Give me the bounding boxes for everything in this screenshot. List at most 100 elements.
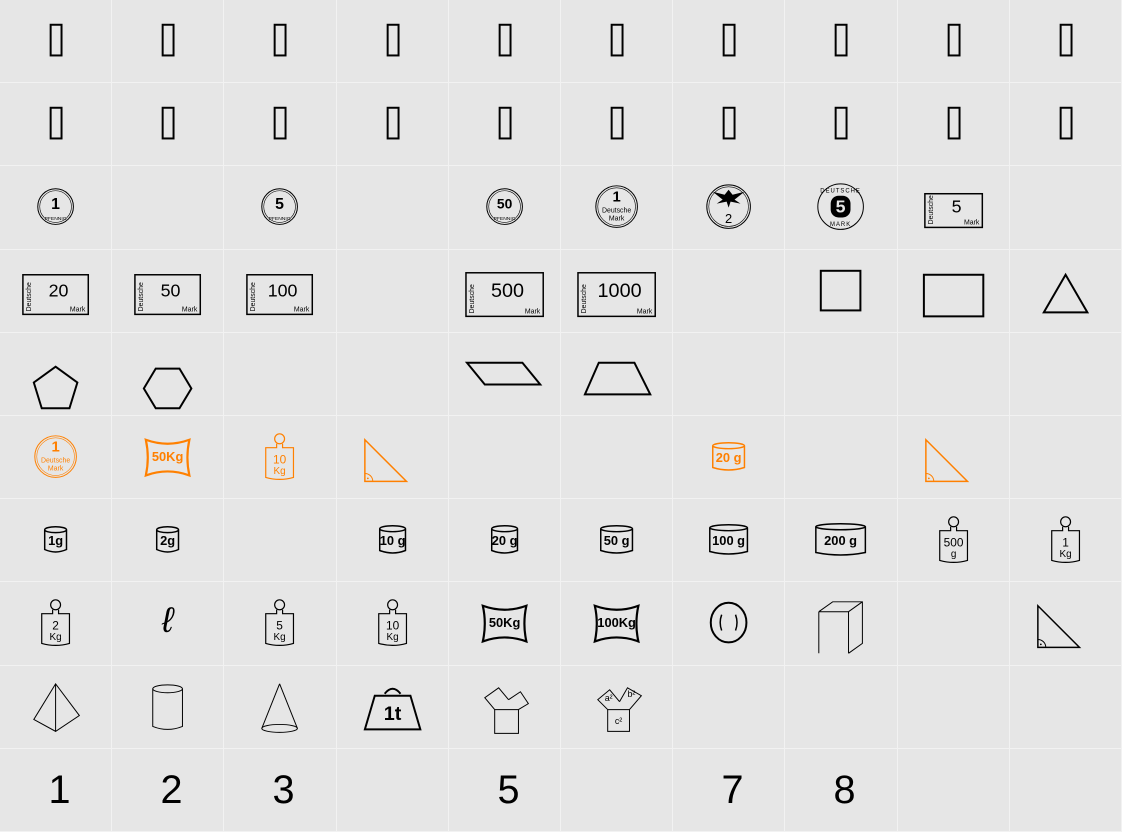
right-angle-dot bbox=[1039, 643, 1042, 646]
glyph-cell bbox=[560, 0, 674, 84]
banknote-mark-label: Mark bbox=[70, 306, 86, 313]
banknote-mark-label: Mark bbox=[964, 220, 980, 227]
glyph-cell bbox=[0, 83, 113, 167]
missing-glyph-box-icon bbox=[835, 23, 848, 57]
glyph-cell bbox=[897, 748, 1010, 832]
glyph-svg bbox=[922, 273, 984, 317]
glyph-cell: 2 bbox=[112, 748, 225, 832]
missing-glyph-glyph bbox=[610, 23, 624, 57]
glyph-svg: Deutsche 1000 Mark bbox=[577, 271, 656, 317]
banknote-value: 5 bbox=[951, 197, 961, 217]
glyph-svg: 5Kg bbox=[265, 599, 295, 647]
coin-pfennig-label: PFENNIG bbox=[45, 216, 67, 222]
glyph-svg bbox=[274, 23, 287, 57]
lens-icon bbox=[709, 602, 748, 644]
glyph-cell bbox=[897, 582, 1010, 666]
glyph-svg bbox=[673, 250, 784, 332]
glyph-svg: Deutsche 500Mark bbox=[465, 271, 544, 317]
banknote-deutsche-label: Deutsche bbox=[138, 282, 145, 311]
glyph-cell bbox=[224, 665, 337, 749]
coin-value: 5 bbox=[836, 197, 846, 217]
cone-glyph bbox=[261, 683, 299, 733]
label-a-squared: a² bbox=[605, 693, 613, 703]
glyph-cell bbox=[1009, 415, 1122, 500]
glyph-cell bbox=[336, 415, 449, 500]
glyph-svg bbox=[722, 106, 736, 140]
ton-weight-label: 1t bbox=[383, 702, 401, 724]
glyph-svg bbox=[673, 333, 784, 415]
missing-glyph-box-icon bbox=[947, 23, 961, 57]
cone-icon bbox=[261, 683, 299, 729]
missing-glyph-box-icon bbox=[386, 23, 400, 57]
triangle-glyph bbox=[1041, 272, 1089, 313]
glyph-cell: 5 PFENNIG bbox=[224, 166, 337, 250]
glyph-svg bbox=[1059, 23, 1073, 57]
glyph-svg: 200 g bbox=[815, 523, 867, 556]
digit-glyph-text: 8 bbox=[834, 768, 856, 812]
digit-glyph-text: 2 bbox=[161, 768, 183, 812]
glyph-cell: 5 bbox=[448, 748, 561, 832]
glyph-svg bbox=[1010, 333, 1121, 415]
right-angle-dot bbox=[366, 477, 369, 480]
glyph-svg bbox=[818, 601, 864, 655]
pyramid-glyph bbox=[33, 682, 81, 732]
glyph-cell bbox=[785, 249, 898, 333]
glyph-svg: 20 g bbox=[712, 441, 746, 471]
glyph-cell bbox=[673, 249, 786, 333]
glyph-svg bbox=[498, 106, 512, 140]
glyph-cell bbox=[897, 415, 1010, 500]
glyph-cell bbox=[560, 332, 674, 416]
glyph-cell bbox=[112, 83, 225, 167]
glyph-svg bbox=[337, 166, 448, 248]
glyph-svg: Deutsche 50Mark bbox=[134, 273, 202, 315]
coin-mark-glyph: 1 DeutscheMark bbox=[595, 185, 638, 229]
banknote-glyph: Deutsche 5Mark bbox=[923, 193, 983, 229]
right-triangle-glyph bbox=[924, 437, 969, 483]
weight-value: 20 g bbox=[716, 450, 742, 465]
weight-unit: g bbox=[950, 549, 956, 560]
coin-pfennig-label: PFENNIG bbox=[493, 216, 515, 222]
missing-glyph-glyph bbox=[610, 106, 624, 140]
glyph-cell: ℓ bbox=[112, 582, 225, 666]
glyph-svg bbox=[49, 23, 63, 57]
coin-deutsche-label: DEUTSCHE bbox=[821, 189, 862, 195]
glyph-svg: 500g bbox=[938, 516, 968, 564]
missing-glyph-glyph bbox=[1059, 106, 1073, 140]
weight-value: 50 g bbox=[604, 533, 630, 548]
cylinder-glyph bbox=[152, 683, 184, 730]
digit-glyph-text: 1 bbox=[49, 768, 71, 812]
weight-knob bbox=[274, 433, 286, 445]
glyph-cell: 50 PFENNIG bbox=[448, 166, 561, 250]
coin-mark-label: MARK bbox=[830, 222, 851, 228]
glyph-cell bbox=[448, 83, 561, 167]
glyph-svg bbox=[722, 23, 736, 57]
missing-glyph-glyph bbox=[386, 106, 400, 140]
glyph-svg: 1 PFENNIG bbox=[37, 188, 74, 226]
missing-glyph-box-icon bbox=[722, 23, 736, 57]
banknote-value: 100 bbox=[268, 280, 298, 300]
missing-glyph-box-icon bbox=[161, 106, 175, 140]
glyph-cell bbox=[673, 582, 786, 666]
glyph-cell: 1 Deutsche Mark bbox=[560, 166, 674, 250]
coin-mark-label: Mark bbox=[609, 216, 625, 223]
banknote-glyph: Deutsche 100 Mark bbox=[246, 273, 314, 315]
trapezoid-glyph bbox=[583, 361, 652, 396]
glyph-svg bbox=[709, 602, 748, 644]
glyph-cell: Deutsche 1000 Mark bbox=[560, 249, 674, 333]
square-glyph bbox=[820, 269, 862, 311]
weight-value: 200 g bbox=[825, 533, 858, 548]
triangle-icon bbox=[1041, 272, 1089, 313]
banknote-deutsche-label: Deutsche bbox=[469, 284, 476, 313]
weight-unit: Kg bbox=[50, 632, 62, 643]
coin-eagle-glyph: 2 bbox=[706, 184, 752, 230]
glyph-svg: 7 bbox=[722, 768, 744, 812]
glyph-svg bbox=[112, 166, 223, 248]
glyph-cell bbox=[1009, 166, 1122, 250]
glyph-svg bbox=[224, 333, 335, 415]
digit-glyph-text: 5 bbox=[497, 768, 519, 812]
glyph-svg: 50Kg bbox=[481, 604, 528, 644]
glyph-svg bbox=[337, 250, 448, 332]
knob-weight-glyph: 1Kg bbox=[1050, 516, 1080, 564]
glyph-svg bbox=[261, 683, 299, 733]
banknote-mark-label: Mark bbox=[182, 306, 198, 313]
